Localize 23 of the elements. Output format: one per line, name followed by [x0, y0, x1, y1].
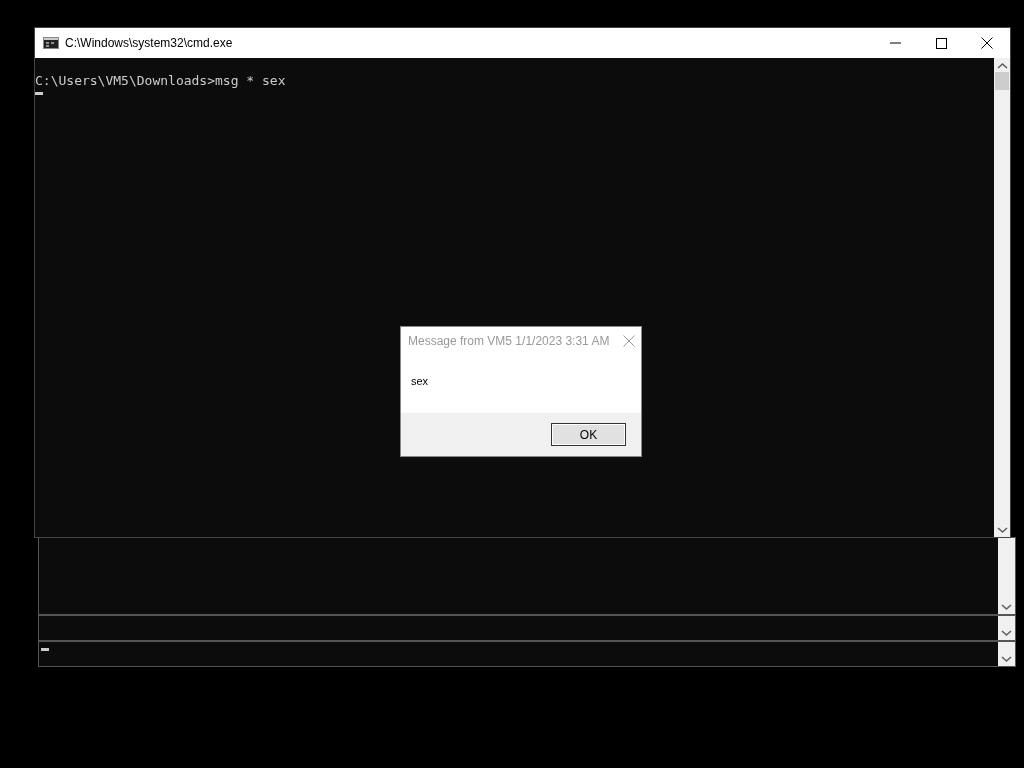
console-line: C:\Users\VM5\Downloads>msg * sex: [35, 72, 286, 90]
window-title: C:\Windows\system32\cmd.exe: [65, 35, 233, 52]
scroll-down-icon[interactable]: [1001, 655, 1012, 663]
scroll-down-icon[interactable]: [1001, 603, 1012, 611]
message-text: sex: [411, 375, 429, 387]
console-icon: [43, 37, 59, 49]
maximize-icon: [935, 37, 947, 49]
scroll-up-icon[interactable]: [996, 62, 1008, 70]
scrollbar[interactable]: [998, 616, 1015, 640]
minimize-icon: [889, 42, 901, 44]
scroll-down-icon[interactable]: [996, 526, 1008, 534]
text-cursor: [35, 92, 43, 95]
close-icon: [981, 37, 993, 49]
close-button[interactable]: [623, 335, 635, 347]
scroll-down-icon[interactable]: [1001, 629, 1012, 637]
scrollbar[interactable]: [994, 58, 1010, 537]
dialog-title: Message from VM5 1/1/2023 3:31 AM: [408, 333, 610, 350]
scrollbar[interactable]: [998, 538, 1015, 614]
scroll-thumb[interactable]: [995, 72, 1009, 90]
ok-button[interactable]: OK: [551, 423, 626, 446]
scrollbar[interactable]: [998, 642, 1015, 666]
text-cursor: [41, 648, 49, 651]
close-icon: [623, 335, 635, 347]
